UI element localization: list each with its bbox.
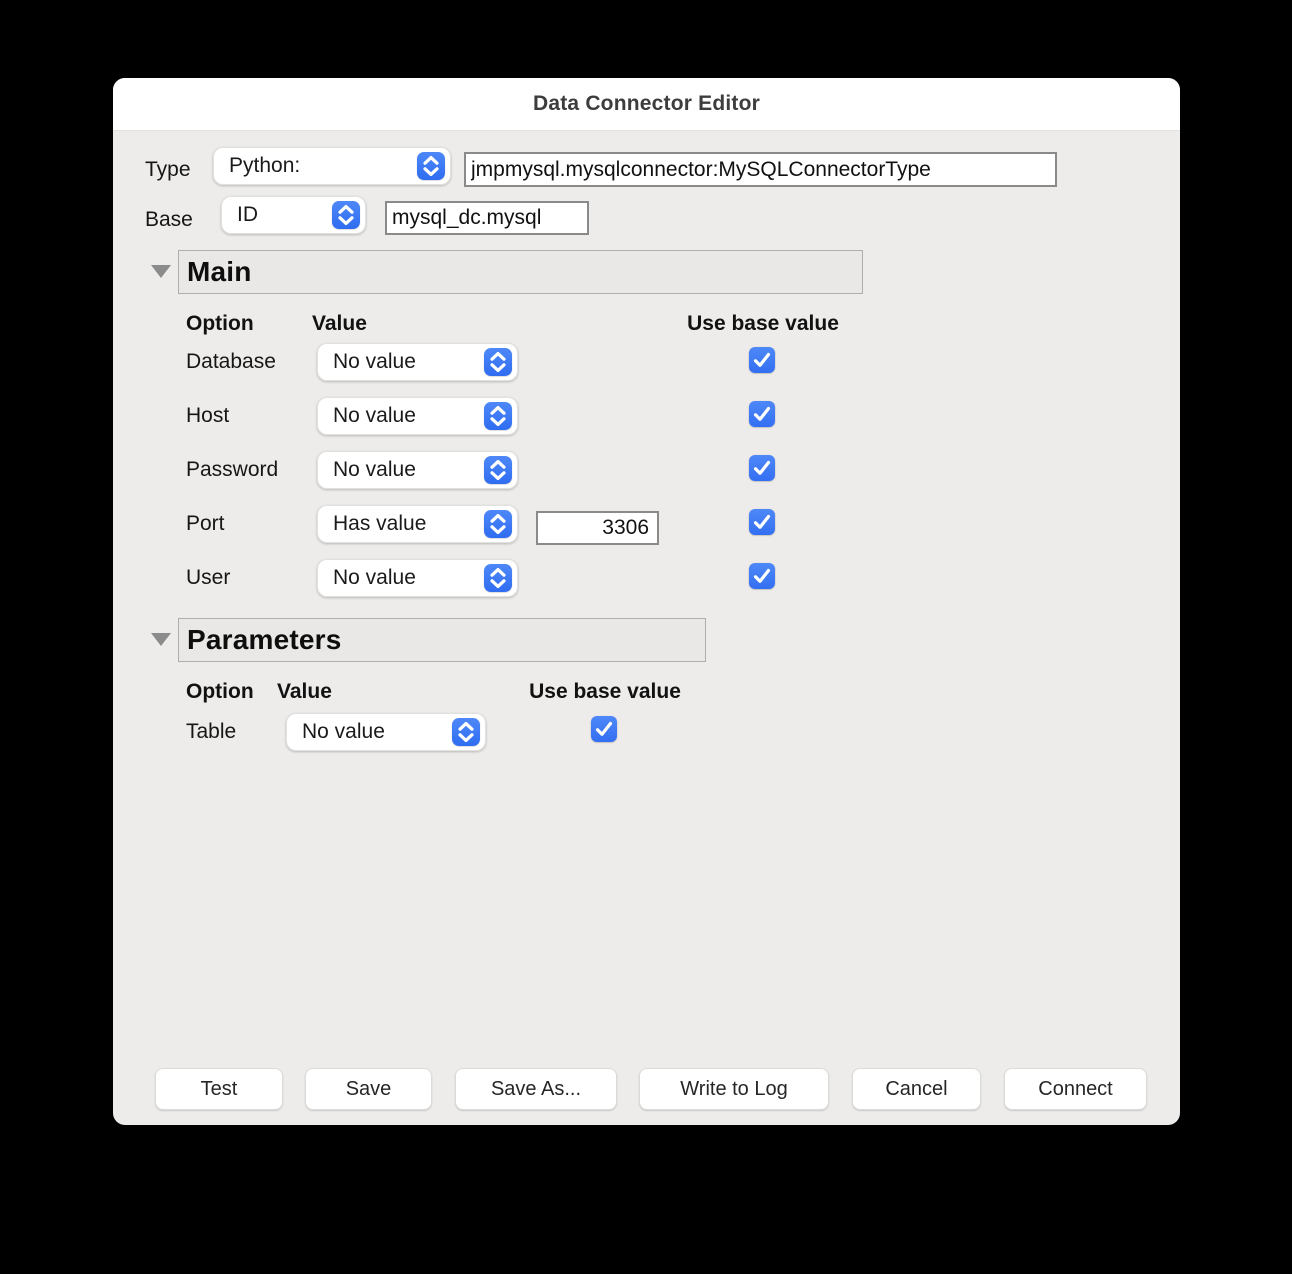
test-button[interactable]: Test: [155, 1068, 283, 1110]
base-dropdown-value: ID: [237, 203, 258, 226]
parameters-section-title: Parameters: [187, 624, 342, 655]
use-base-checkbox-table[interactable]: [591, 716, 617, 742]
dropdown-value-label: No value: [333, 350, 416, 373]
base-id-field[interactable]: [385, 201, 589, 235]
use-base-checkbox-port[interactable]: [749, 509, 775, 535]
option-label-user: User: [186, 566, 231, 589]
use-base-checkbox-user[interactable]: [749, 563, 775, 589]
up-down-chevrons-icon: [332, 201, 360, 229]
checkmark-icon: [753, 352, 771, 367]
main-section-header[interactable]: Main: [178, 250, 863, 294]
parameters-column-use-base: Use base value: [529, 680, 681, 703]
dropdown-value-label: No value: [302, 720, 385, 743]
up-down-chevrons-icon: [484, 402, 512, 430]
main-column-option: Option: [186, 312, 254, 335]
up-down-chevrons-icon: [484, 456, 512, 484]
dropdown-value-label: No value: [333, 458, 416, 481]
save-as-button[interactable]: Save As...: [455, 1068, 617, 1110]
data-connector-editor-dialog: Data Connector Editor Type Python: Base …: [113, 78, 1180, 1125]
main-column-value: Value: [312, 312, 367, 335]
parameters-column-option: Option: [186, 680, 254, 703]
type-dropdown-value: Python:: [229, 154, 301, 177]
write-to-log-button[interactable]: Write to Log: [639, 1068, 829, 1110]
window-title: Data Connector Editor: [532, 92, 761, 115]
value-dropdown-host[interactable]: No value: [317, 397, 518, 435]
up-down-chevrons-icon: [484, 564, 512, 592]
parameters-column-value: Value: [277, 680, 332, 703]
save-button[interactable]: Save: [305, 1068, 432, 1110]
type-label: Type: [145, 158, 191, 181]
up-down-chevrons-icon: [417, 152, 445, 180]
base-dropdown[interactable]: ID: [221, 196, 366, 234]
value-dropdown-database[interactable]: No value: [317, 343, 518, 381]
use-base-checkbox-host[interactable]: [749, 401, 775, 427]
dropdown-value-label: Has value: [333, 512, 427, 535]
dropdown-value-label: No value: [333, 404, 416, 427]
option-label-database: Database: [186, 350, 276, 373]
use-base-checkbox-database[interactable]: [749, 347, 775, 373]
cancel-button[interactable]: Cancel: [852, 1068, 981, 1110]
parameters-disclosure-triangle-icon[interactable]: [151, 633, 171, 646]
option-label-host: Host: [186, 404, 230, 427]
checkmark-icon: [753, 406, 771, 421]
value-dropdown-port[interactable]: Has value: [317, 505, 518, 543]
value-dropdown-table[interactable]: No value: [286, 713, 486, 751]
port-value-field[interactable]: [536, 511, 659, 545]
type-class-path-field[interactable]: [464, 152, 1057, 187]
value-dropdown-password[interactable]: No value: [317, 451, 518, 489]
checkmark-icon: [753, 568, 771, 583]
window-titlebar[interactable]: Data Connector Editor: [113, 78, 1180, 131]
up-down-chevrons-icon: [484, 348, 512, 376]
type-dropdown[interactable]: Python:: [213, 147, 451, 185]
option-label-password: Password: [186, 458, 279, 481]
parameters-section-header[interactable]: Parameters: [178, 618, 706, 662]
use-base-checkbox-password[interactable]: [749, 455, 775, 481]
base-label: Base: [145, 208, 193, 231]
option-label-port: Port: [186, 512, 225, 535]
connect-button[interactable]: Connect: [1004, 1068, 1147, 1110]
checkmark-icon: [753, 460, 771, 475]
up-down-chevrons-icon: [484, 510, 512, 538]
dropdown-value-label: No value: [333, 566, 416, 589]
checkmark-icon: [753, 514, 771, 529]
up-down-chevrons-icon: [452, 718, 480, 746]
main-column-use-base: Use base value: [687, 312, 839, 335]
option-label-table: Table: [186, 720, 237, 743]
main-section-title: Main: [187, 256, 252, 287]
main-disclosure-triangle-icon[interactable]: [151, 265, 171, 278]
value-dropdown-user[interactable]: No value: [317, 559, 518, 597]
checkmark-icon: [595, 721, 613, 736]
